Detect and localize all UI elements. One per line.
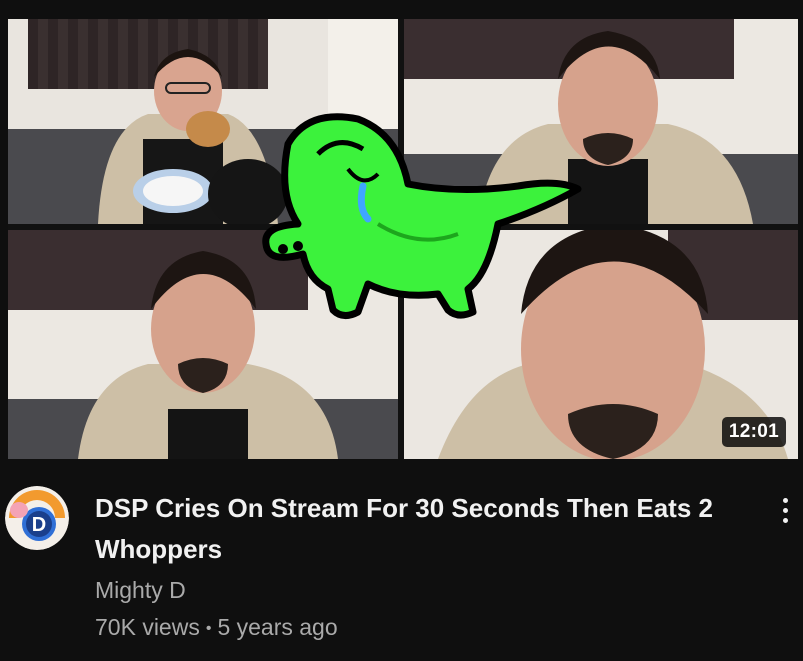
menu-dot [782,497,788,503]
video-thumbnail[interactable]: 12:01 [8,19,798,459]
video-stats: 70K views • 5 years ago [95,614,338,641]
video-duration-badge: 12:01 [721,417,786,447]
stats-separator: • [205,619,212,637]
video-details: D DSP Cries On Stream For 30 Seconds The… [0,480,803,661]
video-title[interactable]: DSP Cries On Stream For 30 Seconds Then … [95,488,755,570]
menu-dot [782,517,788,523]
menu-dot [782,507,788,513]
upload-age: 5 years ago [217,614,338,640]
video-card[interactable]: 12:01 D DSP Cries On Stream For 30 Secon… [0,0,803,661]
view-count: 70K views [95,614,200,640]
thumbnail-collage [8,19,798,459]
more-vert-icon[interactable] [770,488,800,532]
channel-logo-icon: D [5,486,69,550]
channel-name[interactable]: Mighty D [95,577,186,604]
channel-avatar[interactable]: D [5,486,69,550]
svg-text:D: D [32,514,46,536]
